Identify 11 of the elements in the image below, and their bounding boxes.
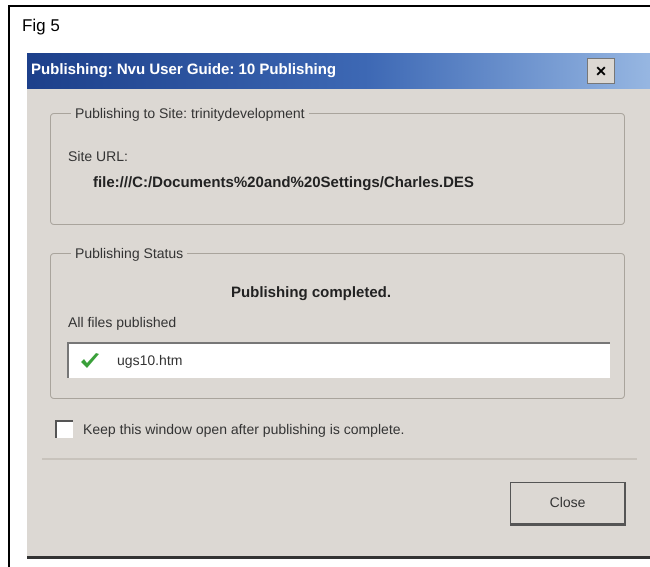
figure-label: Fig 5 — [22, 15, 60, 37]
checkbox[interactable] — [55, 420, 73, 438]
file-name: ugs10.htm — [117, 351, 182, 370]
field-label: Site URL: — [68, 146, 128, 166]
window-title: Publishing: Nvu User Guide: 10 Publishing — [31, 60, 336, 80]
site-url: file:///C:/Documents%20and%20Settings/Charles.DES — [93, 172, 474, 192]
status-message: Publishing completed. — [231, 282, 392, 302]
summary-label: All files published — [68, 312, 176, 332]
close-button[interactable]: × — [587, 58, 615, 84]
checkbox-label: Keep this window open after publishing is complete. — [83, 420, 404, 439]
close-dialog-button[interactable]: Close — [510, 482, 626, 526]
